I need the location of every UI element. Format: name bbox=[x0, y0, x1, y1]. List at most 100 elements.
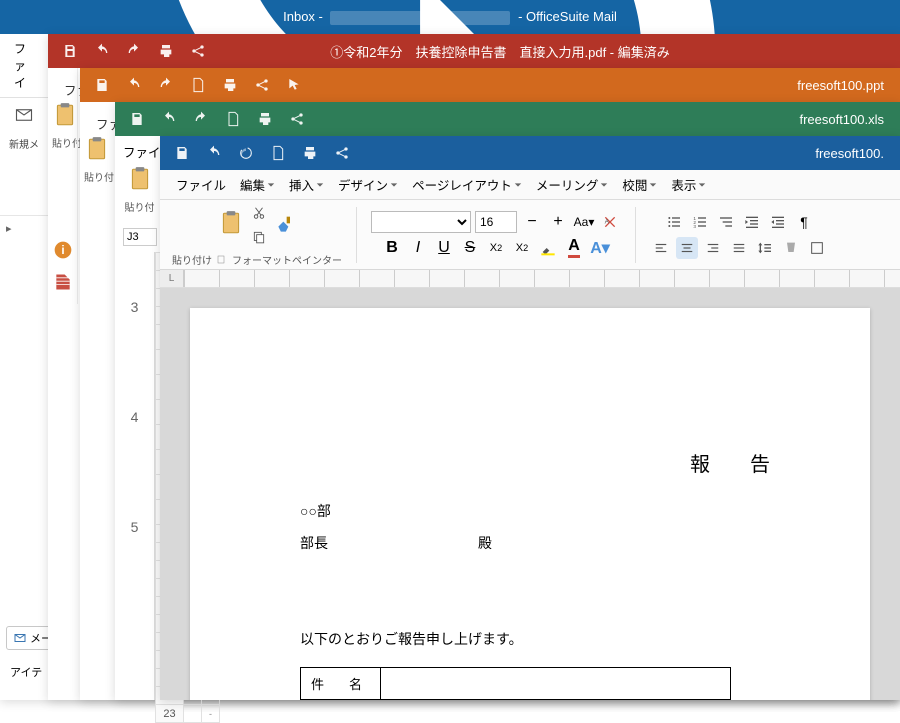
cell[interactable] bbox=[184, 705, 202, 723]
intro-line: 以下のとおりご報告申し上げます。 bbox=[300, 629, 780, 649]
bullets-button[interactable] bbox=[663, 211, 685, 233]
print-icon[interactable] bbox=[222, 77, 238, 93]
align-center-button[interactable] bbox=[676, 237, 698, 259]
bold-button[interactable]: B bbox=[381, 237, 403, 259]
align-justify-button[interactable] bbox=[728, 237, 750, 259]
xls-paste-button[interactable] bbox=[117, 164, 162, 199]
align-right-button[interactable] bbox=[702, 237, 724, 259]
row-header[interactable]: 23 bbox=[156, 705, 184, 723]
outline-group-number[interactable]: 4 bbox=[115, 362, 154, 472]
doc-page: 報 告 ○○部 部長 殿 以下のとおりご報告申し上げます。 件 名 日 時 平成… bbox=[190, 308, 870, 700]
underline-button[interactable]: U bbox=[433, 237, 455, 259]
clear-format-button[interactable]: A bbox=[599, 211, 621, 233]
share-icon[interactable] bbox=[289, 111, 305, 127]
superscript-button[interactable]: X2 bbox=[511, 237, 533, 259]
menu-review[interactable]: 校閲 bbox=[616, 171, 663, 198]
save-icon[interactable] bbox=[94, 77, 110, 93]
chief-label: 部長 bbox=[300, 527, 328, 559]
mail-titlebar: Inbox - - OfficeSuite Mail bbox=[0, 0, 900, 34]
outline-group-number[interactable]: 3 bbox=[115, 252, 154, 362]
numbering-button[interactable]: 123 bbox=[689, 211, 711, 233]
save-icon[interactable] bbox=[129, 111, 145, 127]
font-size-select[interactable] bbox=[475, 211, 517, 233]
font-shrink-button[interactable]: − bbox=[521, 211, 543, 233]
undo-icon[interactable] bbox=[161, 111, 177, 127]
redo-icon[interactable] bbox=[158, 77, 174, 93]
shading-button[interactable] bbox=[780, 237, 802, 259]
ppt-title: freesoft100.ppt bbox=[797, 78, 900, 93]
xls-title: freesoft100.xls bbox=[799, 112, 900, 127]
svg-text:i: i bbox=[61, 244, 64, 257]
cell[interactable]: - bbox=[202, 705, 220, 723]
undo-icon[interactable] bbox=[126, 77, 142, 93]
redo-icon[interactable] bbox=[193, 111, 209, 127]
share-icon[interactable] bbox=[190, 43, 206, 59]
align-left-button[interactable] bbox=[650, 237, 672, 259]
menu-view[interactable]: 表示 bbox=[665, 171, 712, 198]
name-box[interactable] bbox=[123, 228, 157, 246]
paste-label: 貼り付け bbox=[172, 252, 212, 267]
xls-titlebar: freesoft100.xls bbox=[115, 102, 900, 136]
share-icon[interactable] bbox=[334, 145, 350, 161]
copy-button[interactable] bbox=[248, 226, 270, 248]
ruler[interactable]: L bbox=[160, 270, 900, 288]
dec-indent-button[interactable] bbox=[741, 211, 763, 233]
doc-title-text: 報 告 bbox=[300, 448, 780, 477]
cut-button[interactable] bbox=[248, 202, 270, 224]
print-icon[interactable] bbox=[257, 111, 273, 127]
menu-page-layout[interactable]: ページレイアウト bbox=[406, 171, 528, 198]
ruler-corner: L bbox=[160, 270, 184, 287]
print-icon[interactable] bbox=[158, 43, 174, 59]
text-effects-button[interactable]: A▾ bbox=[589, 237, 611, 259]
show-marks-button[interactable]: ¶ bbox=[793, 211, 815, 233]
report-table: 件 名 日 時 平成 年 月 日 時 分 bbox=[300, 667, 731, 700]
menu-file[interactable]: ファイル bbox=[170, 171, 232, 198]
strike-button[interactable]: S bbox=[459, 237, 481, 259]
line-spacing-button[interactable] bbox=[754, 237, 776, 259]
xls-menu-file[interactable]: ファイ bbox=[123, 142, 161, 161]
doc-ribbon: 貼り付け フォーマットペインター − + Aa▾ A B I U S bbox=[160, 200, 900, 270]
new-file-icon[interactable] bbox=[270, 145, 286, 161]
info-icon[interactable]: i bbox=[53, 240, 73, 260]
menu-mailing[interactable]: メーリング bbox=[530, 171, 615, 198]
inc-indent-button[interactable] bbox=[767, 211, 789, 233]
outline-group-number[interactable]: 5 bbox=[115, 472, 154, 582]
share-icon[interactable] bbox=[254, 77, 270, 93]
undo-icon[interactable] bbox=[94, 43, 110, 59]
multilevel-button[interactable] bbox=[715, 211, 737, 233]
doc-title: freesoft100. bbox=[815, 146, 900, 161]
menu-edit[interactable]: 編集 bbox=[234, 171, 281, 198]
cursor-icon[interactable] bbox=[286, 77, 302, 93]
italic-button[interactable]: I bbox=[407, 237, 429, 259]
font-family-select[interactable] bbox=[371, 211, 471, 233]
font-color-button[interactable]: A bbox=[563, 237, 585, 259]
new-file-icon[interactable] bbox=[225, 111, 241, 127]
save-icon[interactable] bbox=[174, 145, 190, 161]
font-grow-button[interactable]: + bbox=[547, 211, 569, 233]
redo-icon[interactable] bbox=[126, 43, 142, 59]
format-painter-label: フォーマットペインター bbox=[216, 252, 342, 267]
print-icon[interactable] bbox=[302, 145, 318, 161]
redo-icon[interactable] bbox=[238, 145, 254, 161]
paste-button[interactable] bbox=[218, 208, 244, 243]
svg-text:3: 3 bbox=[693, 224, 696, 229]
pdf-title: ①令和2年分 扶養控除申告書 直接入力用.pdf - 編集済み bbox=[220, 42, 900, 61]
highlight-button[interactable] bbox=[537, 237, 559, 259]
doc-titlebar: freesoft100. bbox=[160, 136, 900, 170]
undo-icon[interactable] bbox=[206, 145, 222, 161]
subscript-button[interactable]: X2 bbox=[485, 237, 507, 259]
menu-insert[interactable]: 挿入 bbox=[283, 171, 330, 198]
change-case-button[interactable]: Aa▾ bbox=[573, 211, 595, 233]
borders-button[interactable] bbox=[806, 237, 828, 259]
menu-design[interactable]: デザイン bbox=[332, 171, 404, 198]
new-file-icon[interactable] bbox=[190, 77, 206, 93]
dept-line: ○○部 bbox=[300, 495, 780, 527]
doc-canvas[interactable]: 報 告 ○○部 部長 殿 以下のとおりご報告申し上げます。 件 名 日 時 平成… bbox=[160, 288, 900, 700]
honorific: 殿 bbox=[478, 527, 492, 559]
format-painter-button[interactable] bbox=[274, 214, 296, 236]
save-icon[interactable] bbox=[62, 43, 78, 59]
ppt-titlebar: freesoft100.ppt bbox=[80, 68, 900, 102]
ppt-paste-group[interactable]: 貼り付 bbox=[84, 134, 114, 184]
bookmark-icon[interactable] bbox=[53, 272, 73, 292]
svg-text:A: A bbox=[605, 218, 610, 225]
